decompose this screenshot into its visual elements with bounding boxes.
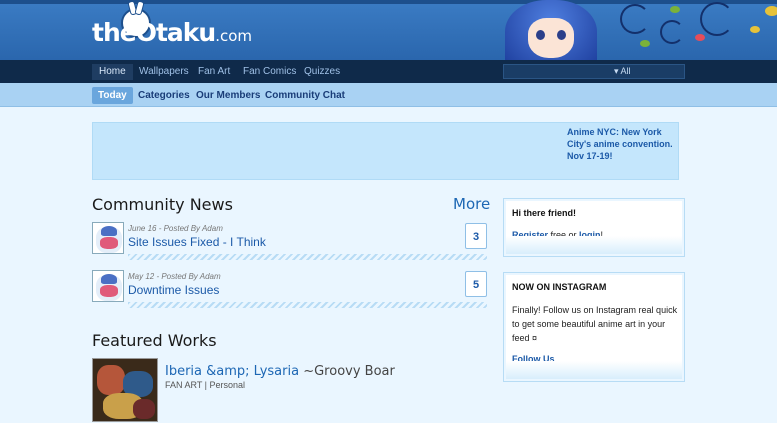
search-scope-value: All [620,66,631,76]
comment-count-badge[interactable]: 3 [465,223,487,249]
logo-name: theOtaku [92,18,216,47]
work-author[interactable]: ~Groovy Boar [303,364,395,379]
instagram-text: Finally! Follow us on Instagram real qui… [512,305,678,343]
search-input[interactable]: ▾ All [503,64,685,79]
news-title-link[interactable]: Downtime Issues [128,283,219,297]
nav-home[interactable]: Home [92,64,133,80]
header-mascot-illustration [500,0,600,60]
header-decoration [600,0,777,60]
tab-categories[interactable]: Categories [132,87,196,104]
divider [128,302,487,308]
nav-fan-art[interactable]: Fan Art [191,64,237,80]
tab-today[interactable]: Today [92,87,133,104]
welcome-greeting: Hi there friend! [512,208,577,218]
tab-our-members[interactable]: Our Members [190,87,266,104]
featured-work-title: Iberia &amp; Lysaria ~Groovy Boar [165,364,395,379]
comment-count-badge[interactable]: 5 [465,271,487,297]
community-news-heading: Community News [92,195,233,214]
list-item: May 12 - Posted By Adam Downtime Issues … [92,270,487,312]
news-meta: May 12 - Posted By Adam [128,272,221,281]
instagram-heading: NOW ON INSTAGRAM [512,282,607,292]
logo-domain: .com [215,27,253,45]
welcome-box: Hi there friend! Register free or login! [503,198,685,257]
news-thumbnail[interactable] [92,222,124,254]
news-title-link[interactable]: Site Issues Fixed - I Think [128,235,266,249]
featured-works-heading: Featured Works [92,331,217,350]
news-thumbnail[interactable] [92,270,124,302]
featured-work-thumbnail[interactable] [92,358,158,422]
site-logo[interactable]: theOtaku.com [92,18,252,47]
nav-fan-comics[interactable]: Fan Comics [236,64,303,80]
nav-wallpapers[interactable]: Wallpapers [132,64,196,80]
more-news-link[interactable]: More [453,195,490,213]
work-title-link[interactable]: Iberia &amp; Lysaria [165,364,299,379]
instagram-box: NOW ON INSTAGRAM Finally! Follow us on I… [503,272,685,382]
banner-text[interactable]: Anime NYC: New York City's anime convent… [567,126,677,162]
nav-quizzes[interactable]: Quizzes [297,64,347,80]
news-meta: June 16 - Posted By Adam [128,224,223,233]
tab-community-chat[interactable]: Community Chat [259,87,351,104]
work-category: FAN ART | Personal [165,380,246,390]
divider [128,254,487,260]
list-item: June 16 - Posted By Adam Site Issues Fix… [92,222,487,264]
search-scope-select[interactable]: ▾ All [614,66,631,77]
